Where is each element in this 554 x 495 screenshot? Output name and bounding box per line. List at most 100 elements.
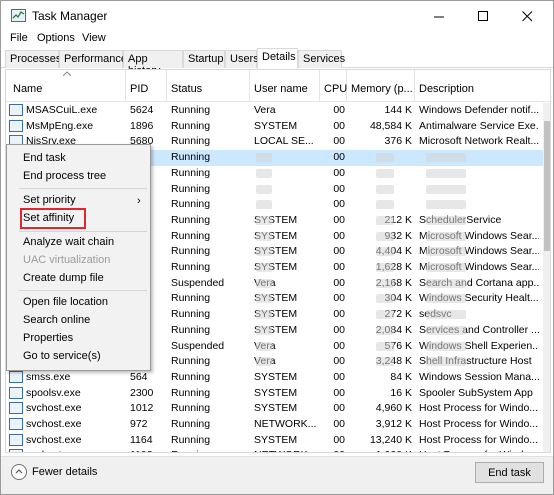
blurred-content: [376, 294, 394, 304]
blurred-content: [256, 200, 272, 210]
cell-mem: 16 K: [390, 386, 412, 399]
fewer-details-link[interactable]: Fewer details: [32, 466, 97, 478]
context-menu: End task End process tree Set priority ›…: [6, 144, 151, 371]
menu-search-online[interactable]: Search online: [23, 314, 90, 326]
tab-bar: Processes Performance App history Startu…: [1, 48, 553, 77]
cell-desc: Host Process for Windo...: [419, 449, 539, 452]
blurred-content: [426, 310, 466, 320]
tab-services[interactable]: Services: [298, 50, 345, 68]
blurred-content: [376, 341, 394, 351]
table-row[interactable]: svchost.exe 1012 Running SYSTEM 00 4,960 K Hos…: [6, 401, 550, 417]
cell-cpu: 00: [322, 449, 345, 452]
blurred-content: [256, 168, 272, 178]
table-row[interactable]: svchost.exe 972 Running NETWORK... 00 3,912 K…: [6, 417, 550, 433]
cell-cpu: 00: [333, 418, 345, 430]
cell-user: NETWORK...: [254, 449, 320, 452]
blurred-content: [426, 153, 466, 163]
tab-performance[interactable]: Performance: [59, 50, 127, 68]
column-header-memory[interactable]: Memory (p...: [347, 70, 415, 102]
column-header-status[interactable]: Status: [167, 70, 250, 102]
chevron-up-icon[interactable]: [11, 464, 27, 480]
table-row[interactable]: spoolsv.exe 2300 Running SYSTEM 00 16 K Spoole…: [6, 386, 550, 402]
column-header-cpu[interactable]: CPU: [320, 70, 347, 102]
cell-name: svchost.exe: [26, 418, 82, 430]
close-icon: [521, 10, 532, 21]
cell-status: Running: [171, 213, 211, 226]
highlight-box: [20, 208, 86, 229]
cell-user: NETWORK...: [254, 418, 317, 430]
blurred-content: [376, 310, 394, 320]
title-bar[interactable]: Task Manager: [1, 1, 553, 31]
cell-cpu: 00: [333, 276, 345, 289]
cell-mem: 13,240 K: [369, 433, 412, 446]
table-row[interactable]: svchost.exe 1192RunningNETWORK...001,000 …: [6, 448, 550, 452]
column-header-pid[interactable]: PID: [126, 70, 167, 102]
table-row[interactable]: smss.exe 564 Running SYSTEM 00 84 K Windows Se…: [6, 370, 550, 386]
table-row[interactable]: MsMpEng.exe 1896 Running SYSTEM 00 48,584 K An…: [6, 119, 550, 135]
cell-desc: Host Process for Windo...: [419, 433, 539, 446]
cell-cpu: 00: [333, 166, 345, 179]
cell-status: Running: [171, 198, 211, 211]
menu-bar: File Options View: [1, 30, 553, 48]
blurred-content: [426, 247, 466, 257]
minimize-button[interactable]: [417, 1, 461, 31]
blurred-content: [256, 231, 272, 241]
cell-status: Running: [171, 135, 211, 148]
column-header-description[interactable]: Description: [415, 70, 543, 102]
end-task-button[interactable]: End task: [475, 462, 544, 483]
menu-create-dump-file[interactable]: Create dump file: [23, 272, 104, 284]
maximize-icon: [477, 10, 488, 21]
cell-cpu: 00: [333, 386, 345, 399]
menu-analyze-wait-chain[interactable]: Analyze wait chain: [23, 236, 114, 248]
cell-user: SYSTEM: [254, 433, 298, 446]
tab-processes[interactable]: Processes: [5, 50, 61, 68]
cell-desc: Microsoft Network Realt...: [419, 135, 539, 148]
tab-details[interactable]: Details: [257, 48, 298, 69]
cell-cpu: 00: [333, 261, 345, 273]
blurred-content: [256, 278, 272, 288]
cell-status: Running: [171, 433, 211, 446]
cell-status: Running: [171, 449, 251, 452]
column-header-user-name[interactable]: User name: [250, 70, 320, 102]
cell-user: SYSTEM: [254, 119, 298, 132]
task-manager-icon: [11, 9, 26, 22]
cell-cpu: 00: [333, 339, 345, 352]
menu-set-priority[interactable]: Set priority: [23, 194, 76, 206]
blurred-content: [376, 200, 394, 210]
submenu-arrow-icon: ›: [137, 195, 141, 207]
column-header-name[interactable]: Name: [6, 70, 126, 102]
menu-end-process-tree[interactable]: End process tree: [23, 170, 106, 182]
cell-name: svchost.exe: [26, 433, 82, 446]
cell-status: Running: [171, 182, 211, 195]
vertical-scrollbar[interactable]: [543, 103, 550, 452]
menu-open-file-location[interactable]: Open file location: [23, 296, 108, 308]
cell-cpu: 00: [333, 323, 345, 336]
cell-status: Running: [171, 308, 211, 321]
tab-users[interactable]: Users: [225, 50, 259, 68]
blurred-content: [256, 184, 272, 194]
menu-go-to-services[interactable]: Go to service(s): [23, 350, 101, 362]
tab-startup[interactable]: Startup: [183, 50, 225, 68]
cell-status: Running: [171, 151, 211, 164]
table-header: Name PID Status User name CPU Memory (p.…: [6, 70, 550, 102]
menu-separator: [19, 231, 147, 232]
close-button[interactable]: [505, 1, 549, 31]
blurred-content: [376, 215, 394, 225]
footer-bar: Fewer details End task: [1, 456, 553, 494]
menu-options[interactable]: Options: [37, 32, 75, 44]
blurred-content: [376, 325, 394, 335]
cell-desc: Antimalware Service Exe...: [419, 119, 539, 132]
menu-properties[interactable]: Properties: [23, 332, 73, 344]
cell-name: svchost.exe: [26, 402, 82, 415]
menu-view[interactable]: View: [82, 32, 106, 44]
tab-app-history[interactable]: App history: [123, 50, 183, 77]
cell-mem: 84 K: [390, 370, 412, 383]
blurred-content: [376, 231, 394, 241]
blurred-content: [426, 357, 466, 367]
table-row[interactable]: svchost.exe 1164 Running SYSTEM 00 13,240 K Ho…: [6, 433, 550, 449]
menu-end-task[interactable]: End task: [23, 152, 66, 164]
table-row[interactable]: MSASCuiL.exe 5624 Running Vera 00 144 K Window…: [6, 103, 550, 119]
menu-file[interactable]: File: [10, 32, 28, 44]
scrollbar-thumb[interactable]: [544, 121, 550, 251]
maximize-button[interactable]: [461, 1, 505, 31]
